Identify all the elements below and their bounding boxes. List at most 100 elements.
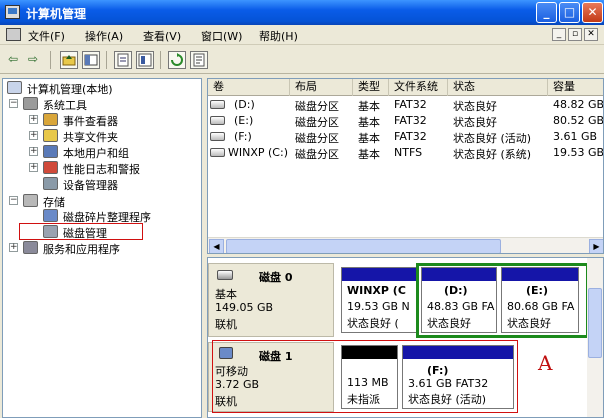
tree-label: 设备管理器 <box>63 179 118 192</box>
menu-help[interactable]: 帮助(H) <box>259 28 298 44</box>
column-header-filesystem[interactable]: 文件系统 <box>389 79 448 96</box>
volume-row[interactable]: (E:) 磁盘分区 基本 FAT32 状态良好 80.52 GB <box>208 113 603 129</box>
computer-management-icon <box>7 81 22 94</box>
maximize-button[interactable]: □ <box>559 2 580 23</box>
tree-label: 共享文件夹 <box>63 131 118 144</box>
disk-0-label[interactable]: 磁盘 0 基本 149.05 GB 联机 <box>208 263 334 337</box>
show-hide-tree-icon[interactable] <box>82 51 100 69</box>
volume-type: 基本 <box>358 100 380 113</box>
scroll-thumb[interactable] <box>588 288 602 358</box>
tree-label: 性能日志和警报 <box>63 163 140 176</box>
services-icon <box>23 241 38 254</box>
partition-size: 19.53 GB N <box>347 300 410 313</box>
storage-icon <box>23 194 38 207</box>
tree-label: 系统工具 <box>43 99 87 112</box>
users-icon <box>43 145 58 158</box>
mdi-close-button[interactable]: ✕ <box>584 28 598 41</box>
menu-window[interactable]: 窗口(W) <box>201 28 242 44</box>
scroll-right-icon[interactable]: ▶ <box>589 239 603 253</box>
volume-name: (E:) <box>234 114 254 127</box>
disk-type: 基本 <box>215 288 237 301</box>
app-menu-icon[interactable] <box>6 28 21 41</box>
menu-bar: 文件(F) 操作(A) 查看(V) 窗口(W) 帮助(H) _ ▫ ✕ <box>0 25 604 45</box>
expand-icon[interactable]: + <box>29 147 38 156</box>
tree-label: 存储 <box>43 196 65 209</box>
tree-label: 计算机管理(本地) <box>27 83 113 96</box>
volume-list-header: 卷 布局 类型 文件系统 状态 容量 <box>208 79 603 96</box>
export-list-icon[interactable] <box>190 51 208 69</box>
volume-status: 状态良好 <box>453 116 497 129</box>
event-viewer-icon <box>43 113 58 126</box>
title-bar[interactable]: 计算机管理 _ □ ✕ <box>0 0 604 25</box>
window-title: 计算机管理 <box>26 7 87 21</box>
volume-row[interactable]: (F:) 磁盘分区 基本 FAT32 状态良好 (活动) 3.61 GB <box>208 129 603 145</box>
close-button[interactable]: ✕ <box>582 2 603 23</box>
help-icon[interactable] <box>136 51 154 69</box>
expand-icon[interactable]: + <box>29 163 38 172</box>
defrag-icon <box>43 209 58 222</box>
column-header-volume[interactable]: 卷 <box>208 79 290 96</box>
up-folder-icon[interactable] <box>60 51 78 69</box>
shared-folder-icon <box>43 129 58 142</box>
drive-icon <box>210 116 225 125</box>
volume-name: WINXP (C:) <box>228 146 288 159</box>
volume-name: (F:) <box>234 130 252 143</box>
console-tree: 计算机管理(本地) − 系统工具 + 事件查看器 + 共享文件夹 + 本地用户和… <box>2 78 202 418</box>
toolbar-separator <box>50 51 51 69</box>
menu-action[interactable]: 操作(A) <box>85 28 123 44</box>
minimize-button[interactable]: _ <box>536 2 557 23</box>
expand-icon[interactable]: + <box>9 243 18 252</box>
column-header-capacity[interactable]: 容量 <box>548 79 603 96</box>
column-header-layout[interactable]: 布局 <box>290 79 353 96</box>
column-header-status[interactable]: 状态 <box>448 79 548 96</box>
vertical-scrollbar[interactable] <box>587 258 603 417</box>
tree-label: 事件查看器 <box>63 115 118 128</box>
collapse-icon[interactable]: − <box>9 99 18 108</box>
volume-filesystem: NTFS <box>394 146 423 159</box>
volume-status: 状态良好 (系统) <box>453 148 532 161</box>
volume-capacity: 48.82 GB <box>553 98 604 111</box>
partition-title: WINXP (C <box>347 284 406 297</box>
back-icon[interactable]: ⇦ <box>4 51 22 69</box>
partition-status: 状态良好 ( <box>347 317 399 330</box>
disk-name: 磁盘 0 <box>259 271 293 284</box>
menu-view[interactable]: 查看(V) <box>143 28 181 44</box>
device-manager-icon <box>43 177 58 190</box>
volume-filesystem: FAT32 <box>394 98 427 111</box>
collapse-icon[interactable]: − <box>9 196 18 205</box>
menu-file[interactable]: 文件(F) <box>28 28 65 44</box>
partition-c[interactable]: WINXP (C 19.53 GB N 状态良好 ( <box>341 267 417 333</box>
volume-capacity: 19.53 GB <box>553 146 604 159</box>
volume-name: (D:) <box>234 98 255 111</box>
drive-icon <box>210 132 225 141</box>
volume-row[interactable]: WINXP (C:) 磁盘分区 基本 NTFS 状态良好 (系统) 19.53 … <box>208 145 604 161</box>
toolbar: ⇦ ⇨ <box>0 46 604 74</box>
computer-management-icon <box>5 5 20 19</box>
disk-icon <box>217 270 233 280</box>
drive-icon <box>210 100 225 109</box>
performance-icon <box>43 161 58 174</box>
volume-capacity: 3.61 GB <box>553 130 598 143</box>
disk-size: 149.05 GB <box>215 301 274 314</box>
scroll-thumb[interactable] <box>226 239 501 253</box>
mdi-minimize-button[interactable]: _ <box>552 28 566 41</box>
horizontal-scrollbar[interactable]: ◀ ▶ <box>208 237 603 253</box>
scroll-left-icon[interactable]: ◀ <box>209 239 224 253</box>
expand-icon[interactable]: + <box>29 131 38 140</box>
mdi-restore-button[interactable]: ▫ <box>568 28 582 41</box>
tools-icon <box>23 97 38 110</box>
expand-icon[interactable]: + <box>29 115 38 124</box>
column-header-type[interactable]: 类型 <box>353 79 389 96</box>
disk-graphical-view: 磁盘 0 基本 149.05 GB 联机 WINXP (C 19.53 GB N… <box>207 257 604 418</box>
disk-state: 联机 <box>215 318 237 331</box>
volume-filesystem: FAT32 <box>394 130 427 143</box>
partition-bar <box>342 268 416 281</box>
toolbar-separator <box>160 51 161 69</box>
volume-type: 基本 <box>358 148 380 161</box>
refresh-icon[interactable] <box>168 51 186 69</box>
drive-icon <box>210 148 225 157</box>
volume-layout: 磁盘分区 <box>295 116 339 129</box>
volume-row[interactable]: (D:) 磁盘分区 基本 FAT32 状态良好 48.82 GB <box>208 97 604 113</box>
properties-icon[interactable] <box>114 51 132 69</box>
forward-icon[interactable]: ⇨ <box>24 51 42 69</box>
